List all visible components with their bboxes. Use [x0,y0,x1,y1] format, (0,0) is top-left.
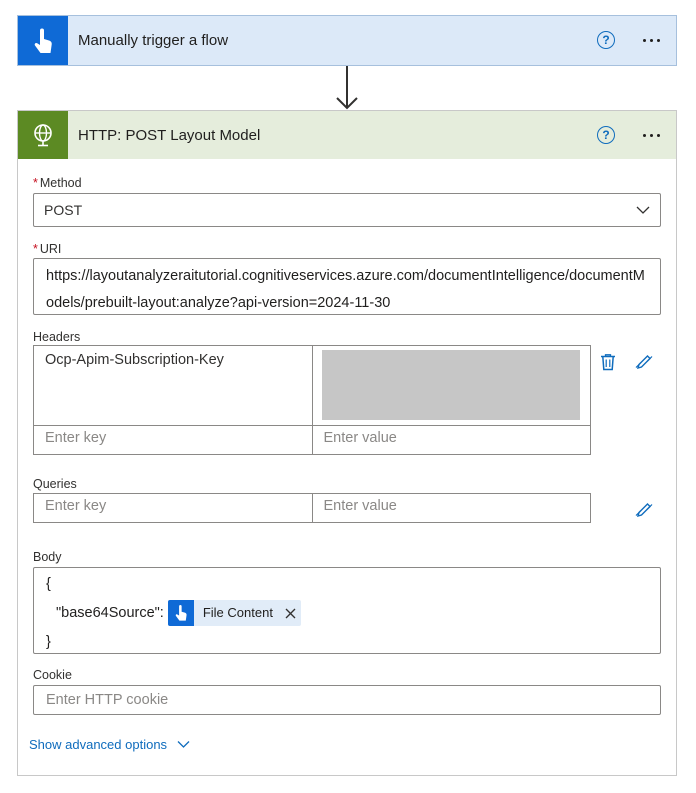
queries-label: Queries [33,477,77,491]
method-dropdown[interactable]: POST [33,193,661,227]
cookie-input[interactable]: Enter HTTP cookie [33,685,661,715]
close-icon[interactable] [281,600,301,626]
headers-table: Ocp-Apim-Subscription-Key Enter key Ente… [33,345,591,455]
file-content-token[interactable]: File Content [167,600,301,627]
help-icon[interactable]: ? [597,31,615,49]
trigger-card[interactable]: Manually trigger a flow ? [17,15,677,66]
body-line: "base64Source": File Content [46,599,648,628]
header-key-input[interactable]: Ocp-Apim-Subscription-Key [34,346,312,425]
header-value-input[interactable] [311,346,591,425]
http-action-card: HTTP: POST Layout Model ? * Method POST *… [17,110,677,776]
more-options-icon[interactable] [638,126,664,144]
body-editor[interactable]: { "base64Source": File Content } [33,567,661,654]
uri-input[interactable]: https://layoutanalyzeraitutorial.cogniti… [33,258,661,315]
uri-label: * URI [33,242,62,256]
advanced-label: Show advanced options [29,737,168,752]
header-row: Ocp-Apim-Subscription-Key [34,346,590,426]
method-value: POST [44,202,83,218]
header-row-empty: Enter key Enter value [34,426,590,454]
method-label: * Method [33,176,82,190]
redacted-value [321,350,580,420]
query-key-placeholder[interactable]: Enter key [34,494,312,522]
touch-hand-icon [167,600,194,627]
http-title: HTTP: POST Layout Model [78,127,261,144]
chevron-down-icon [177,741,190,748]
header-value-placeholder[interactable]: Enter value [311,426,591,454]
http-icon-tile [18,111,68,159]
delete-icon[interactable] [599,353,617,371]
token-label: File Content [202,605,273,621]
http-card-header[interactable]: HTTP: POST Layout Model ? [18,111,676,159]
globe-icon [34,124,52,147]
body-label: Body [33,550,62,564]
body-close-brace: } [46,634,51,650]
trigger-title: Manually trigger a flow [78,32,229,49]
trigger-icon-tile [18,16,68,65]
body-open-brace: { [46,576,51,592]
queries-table: Enter key Enter value [33,493,591,523]
arrow-down-icon [336,66,358,110]
query-row-empty: Enter key Enter value [34,494,590,522]
touch-hand-icon [34,28,52,53]
help-icon[interactable]: ? [597,126,615,144]
body-key: "base64Source": [56,605,164,621]
more-options-icon[interactable] [638,31,664,49]
header-key-placeholder[interactable]: Enter key [34,426,312,454]
chevron-down-icon [636,206,650,214]
cookie-label: Cookie [33,668,72,682]
show-advanced-options-link[interactable]: Show advanced options [29,737,190,752]
headers-label: Headers [33,330,81,344]
edit-text-mode-icon[interactable] [635,353,653,371]
query-value-placeholder[interactable]: Enter value [311,494,591,522]
edit-text-mode-icon[interactable] [635,501,653,519]
